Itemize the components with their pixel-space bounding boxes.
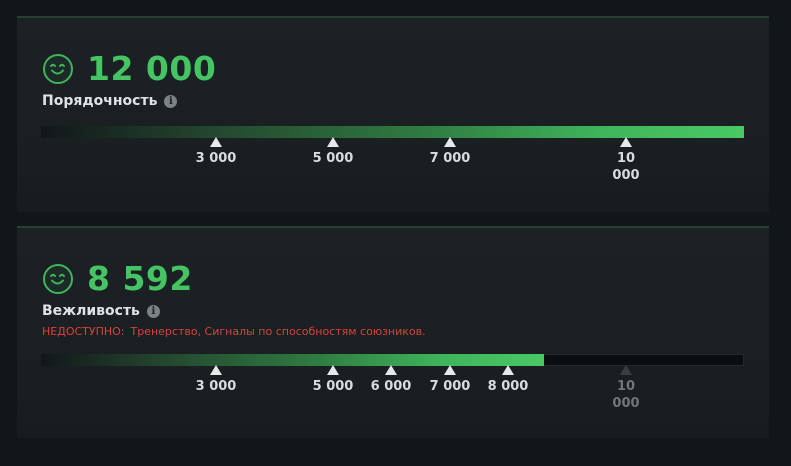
threshold-label: 3 000 xyxy=(195,379,237,394)
smiley-icon xyxy=(43,54,73,84)
restriction-warning: НЕДОСТУПНО: Тренерство, Сигналы по способ… xyxy=(42,325,426,338)
triangle-marker-icon xyxy=(210,365,222,375)
triangle-marker-icon xyxy=(444,365,456,375)
warning-label: НЕДОСТУПНО: xyxy=(42,325,125,338)
score-value: 8 592 xyxy=(87,259,193,298)
smiley-icon xyxy=(43,264,73,294)
info-icon[interactable]: i xyxy=(146,304,160,318)
warning-detail: Тренерство, Сигналы по способностям союз… xyxy=(130,325,426,338)
metric-title: Порядочность i xyxy=(42,93,178,109)
triangle-marker-icon xyxy=(210,137,222,147)
triangle-marker-icon xyxy=(385,365,397,375)
threshold-label: 8 000 xyxy=(487,379,529,394)
triangle-marker-icon xyxy=(620,137,632,147)
score-row: 8 592 xyxy=(43,260,193,298)
info-icon[interactable]: i xyxy=(164,94,178,108)
threshold-label: 5 000 xyxy=(312,151,354,166)
score-value: 12 000 xyxy=(87,49,217,88)
metric-title-label: Вежливость xyxy=(42,303,140,319)
threshold-label: 3 000 xyxy=(195,151,237,166)
communication-score-panel: 8 592 Вежливость i НЕДОСТУПНО: Тренерство… xyxy=(17,226,769,438)
metric-title-label: Порядочность xyxy=(42,93,158,109)
score-row: 12 000 xyxy=(43,50,216,88)
metric-title: Вежливость i xyxy=(42,303,160,319)
triangle-marker-icon xyxy=(502,365,514,375)
triangle-marker-icon xyxy=(327,365,339,375)
score-progress-fill xyxy=(41,354,544,366)
score-progress-bar: 3 000 5 000 7 000 10 000 xyxy=(41,126,744,183)
score-progress-fill xyxy=(41,126,744,138)
threshold-label: 10 000 xyxy=(612,151,640,183)
triangle-marker-icon xyxy=(620,365,632,375)
score-progress-bar: 3 000 5 000 6 000 7 000 8 000 10 000 xyxy=(41,354,744,411)
triangle-marker-icon xyxy=(327,137,339,147)
threshold-label: 7 000 xyxy=(429,151,471,166)
threshold-label: 10 000 xyxy=(612,379,640,411)
triangle-marker-icon xyxy=(444,137,456,147)
behavior-score-panel: 12 000 Порядочность i 3 000 5 000 7 000 10 … xyxy=(17,16,769,212)
